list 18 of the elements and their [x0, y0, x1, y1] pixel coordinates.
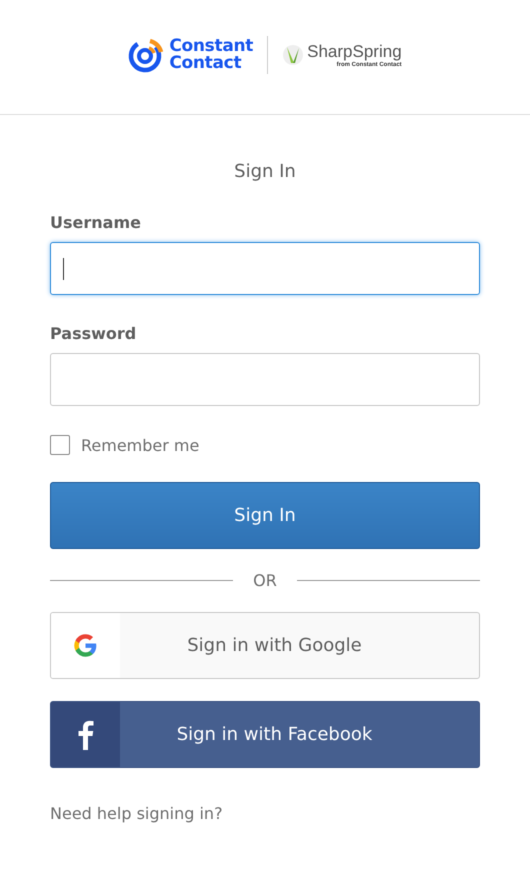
logo-icon — [128, 37, 164, 73]
form-title: Sign In — [233, 161, 297, 183]
divider-label: OR — [253, 571, 277, 590]
leaf-icon — [282, 43, 304, 67]
help-link[interactable]: Need help signing in? — [50, 804, 223, 823]
sign-in-button[interactable]: Sign In — [50, 482, 480, 549]
password-field[interactable] — [50, 353, 480, 406]
remember-checkbox[interactable] — [50, 435, 70, 455]
remember-label: Remember me — [81, 436, 200, 454]
facebook-sign-in-button[interactable]: Sign in with Facebook — [50, 701, 480, 768]
brand-name: Constant Contact — [169, 38, 254, 72]
field-label: Password — [50, 324, 138, 344]
brand-name: SharpSpring — [307, 42, 402, 62]
username-field[interactable] — [50, 242, 480, 295]
facebook-icon — [78, 720, 94, 750]
field-label: Username — [50, 213, 142, 233]
google-sign-in-button[interactable]: Sign in with Google — [50, 612, 480, 679]
google-icon — [72, 632, 99, 659]
